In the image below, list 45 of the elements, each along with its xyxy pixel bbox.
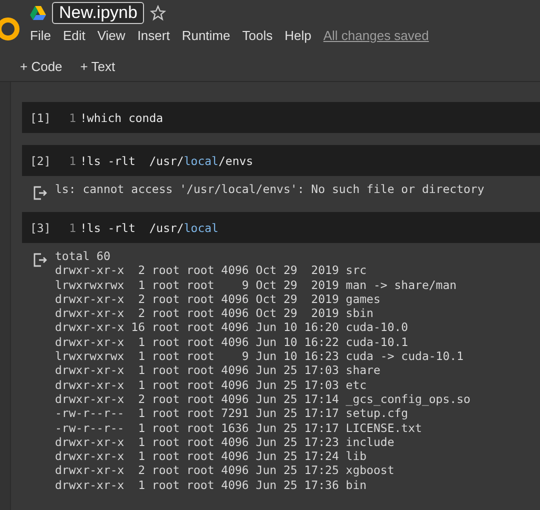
output-line: -rw-r--r-- 1 root root 1636 Jun 25 17:17 LICENSE.txt <box>55 420 423 435</box>
output-line: -rw-r--r-- 1 root root 7291 Jun 25 17:17 setup.cfg <box>55 406 410 421</box>
star-icon[interactable] <box>150 5 166 21</box>
notebook-name-field[interactable]: New.ipynb <box>52 2 144 24</box>
output-line: drwxr-xr-x 1 root root 4096 Jun 25 17:36 bin <box>55 478 368 492</box>
output-line: total 60 <box>55 249 112 264</box>
menu-item[interactable]: Tools <box>242 28 273 43</box>
output-line: drwxr-xr-x 1 root root 4096 Jun 25 17:03 share <box>55 363 382 378</box>
add-cell-button[interactable]: + Code <box>18 57 64 76</box>
add-cell-button[interactable]: + Text <box>78 57 118 76</box>
output-line: drwxr-xr-x 2 root root 4096 Oct 29 2019 sbin <box>55 306 374 320</box>
menu-item[interactable]: Insert <box>137 28 170 43</box>
line-number: 1 <box>68 220 76 234</box>
menu-item[interactable]: Runtime <box>182 28 230 43</box>
line-number: 1 <box>68 154 76 168</box>
drive-icon[interactable] <box>30 6 46 20</box>
output-line: drwxr-xr-x 16 root root 4096 Jun 10 16:20 cuda-10.0 <box>55 320 410 335</box>
code-cell[interactable]: [3] 1 !ls -rlt /usr/local <box>22 212 540 243</box>
output-line: drwxr-xr-x 2 root root 4096 Jun 25 17:25 xgboost <box>55 463 396 478</box>
output-line: drwxr-xr-x 2 root root 4096 Oct 29 2019 src <box>55 263 368 278</box>
output-line: drwxr-xr-x 2 root root 4096 Oct 29 2019 games <box>55 292 382 306</box>
menu-item[interactable]: File <box>30 28 51 43</box>
output-line: drwxr-xr-x 1 root root 4096 Jun 25 17:23 include <box>55 434 396 450</box>
code-line: !which conda <box>80 110 164 124</box>
code-cell[interactable]: [2] 1 !ls -rlt /usr/local/envs <box>22 145 540 176</box>
output-line: drwxr-xr-x 1 root root 4096 Jun 25 17:24 lib <box>55 449 368 464</box>
execution-count: [2] <box>29 154 52 168</box>
menu-item[interactable]: Help <box>284 28 312 43</box>
line-number: 1 <box>68 110 76 124</box>
code-line: !ls -rlt /usr/local/envs <box>80 154 254 168</box>
execution-count: [3] <box>29 220 52 234</box>
output-icon[interactable] <box>33 186 47 200</box>
output-icon[interactable] <box>33 253 47 267</box>
output-line: drwxr-xr-x 1 root root 4096 Jun 10 16:22 cuda-10.1 <box>55 334 410 350</box>
menu-item[interactable]: Edit <box>62 28 86 43</box>
code-cell[interactable]: [1] 1 !which conda <box>22 102 540 133</box>
output-line: drwxr-xr-x 1 root root 4096 Jun 25 17:03 etc <box>55 378 368 392</box>
output-line: ls: cannot access '/usr/local/envs': No such file or directory <box>55 182 484 196</box>
menu-item[interactable]: View <box>97 28 126 43</box>
save-status-link[interactable]: All changes saved <box>323 28 429 43</box>
execution-count: [1] <box>29 110 52 124</box>
code-line: !ls -rlt /usr/local <box>80 220 218 234</box>
output-line: drwxr-xr-x 2 root root 4096 Jun 25 17:14 _gcs_config_ops.so <box>55 392 470 406</box>
output-line: lrwxrwxrwx 1 root root 9 Oct 29 2019 man -> share/man <box>55 278 458 292</box>
output-line: lrwxrwxrwx 1 root root 9 Jun 10 16:23 cuda -> cuda-10.1 <box>55 349 464 364</box>
